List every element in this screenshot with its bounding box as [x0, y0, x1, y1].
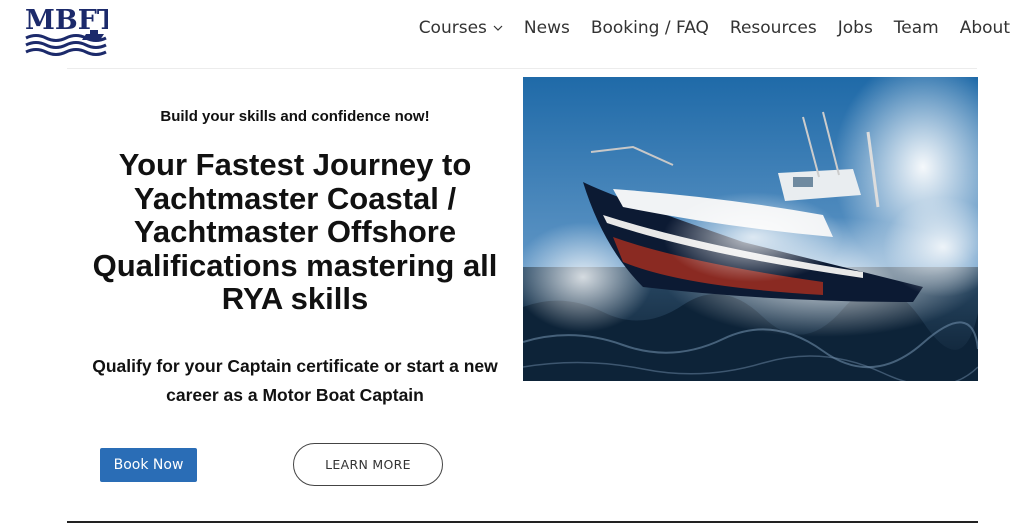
hero-subtitle: Qualify for your Captain certificate or … — [92, 356, 498, 405]
nav-item-label: Jobs — [837, 18, 873, 38]
book-now-button[interactable]: Book Now — [100, 448, 197, 482]
nav-item-label: Booking / FAQ — [590, 18, 709, 38]
nav-item-resources[interactable]: Resources — [730, 18, 817, 38]
logo[interactable]: MBFT — [24, 2, 117, 56]
section-divider — [67, 521, 978, 523]
nav-item-courses[interactable]: Courses — [419, 18, 503, 38]
nav-item-about[interactable]: About — [960, 18, 1010, 38]
chevron-down-icon — [493, 25, 503, 31]
nav-item-booking-faq[interactable]: Booking / FAQ — [591, 18, 709, 38]
nav-item-label: Resources — [729, 18, 817, 38]
nav-item-label: Team — [893, 18, 939, 38]
boat-logo-icon: MBFT — [25, 5, 117, 56]
nav-item-team[interactable]: Team — [894, 18, 939, 38]
hero-boat-image — [513, 57, 1013, 387]
nav-item-label: Courses — [418, 18, 487, 38]
nav-item-label: News — [523, 18, 570, 38]
nav-item-label: About — [959, 18, 1010, 38]
learn-more-button[interactable]: LEARN MORE — [293, 443, 443, 486]
header-divider — [67, 68, 977, 69]
nav-item-news[interactable]: News — [524, 18, 570, 38]
hero-tagline: Build your skills and confidence now! — [160, 108, 430, 125]
nav-item-jobs[interactable]: Jobs — [838, 18, 873, 38]
main-nav: Courses News Booking / FAQ Resources Job… — [419, 18, 1010, 38]
hero-title: Your Fastest Journey to Yachtmaster Coas… — [92, 147, 498, 316]
